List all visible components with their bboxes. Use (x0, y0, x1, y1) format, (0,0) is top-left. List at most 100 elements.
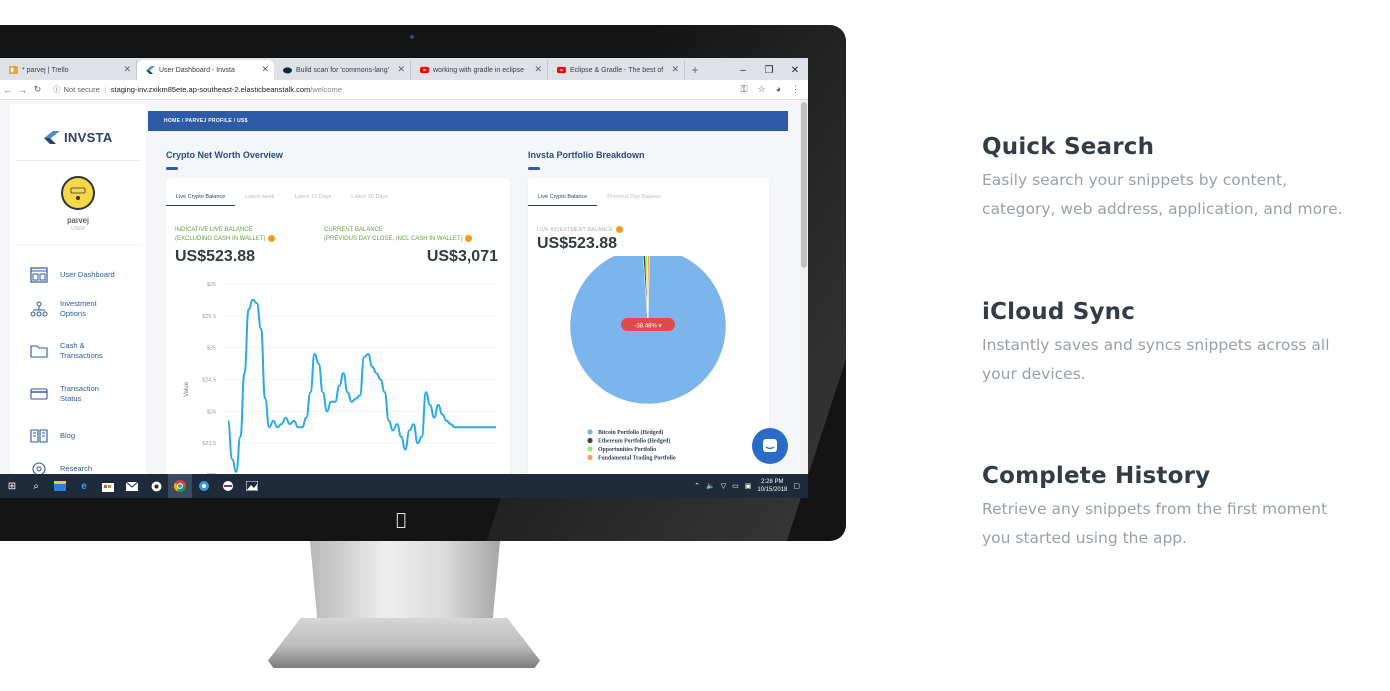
legend-marker (587, 437, 593, 444)
windows-start-icon[interactable]: ⊞ (0, 474, 24, 498)
tab-label: User Dashboard - Invsta (159, 66, 235, 74)
close-window-icon[interactable]: ✕ (782, 60, 808, 80)
tab-previous-day-balance[interactable]: Previous Day Balance (597, 188, 671, 206)
photos-icon[interactable] (240, 474, 264, 498)
avatar[interactable] (61, 176, 95, 210)
user-name: parvej (67, 216, 89, 225)
browser-tab-trello[interactable]: * parvej | Trello ✕ (0, 60, 137, 80)
info-icon[interactable] (465, 235, 473, 242)
sidebar-item-investment-options[interactable]: Investment Options (30, 294, 146, 324)
current-balance-value: US$3,071 (426, 248, 498, 265)
legend-label: Bitcoin Portfolio (Hedged) (598, 429, 663, 436)
current-balance-label-line2: (PREVIOUS DAY CLOSE, INCL CASH IN WALLET… (324, 236, 463, 243)
sidebar-item-transaction-status[interactable]: Transaction Status (30, 379, 146, 409)
bookmark-star-icon[interactable]: ☆ (757, 84, 765, 95)
tab-label: working with gradle in eclipse (433, 66, 525, 74)
store-icon[interactable] (96, 474, 120, 498)
tab-latest-15-days[interactable]: Latest 15 Days (285, 188, 342, 206)
chat-button[interactable] (752, 428, 788, 464)
close-tab-icon[interactable]: ✕ (261, 64, 269, 75)
title-accent-bar (528, 167, 540, 170)
chevron-up-icon[interactable]: ⌃ (694, 482, 700, 490)
browser-tab-youtube-2[interactable]: Eclipse & Gradle - The best of ✕ (548, 60, 685, 80)
network-status-icon[interactable]: ▣ (745, 482, 752, 490)
address-bar[interactable]: staging-inv.zxikm85ete.ap-southeast-2.el… (111, 85, 342, 94)
url-path: /welcome (310, 85, 342, 94)
tab-latest-week[interactable]: Latest week (235, 188, 284, 206)
legend-marker (587, 446, 593, 452)
chat-icon (763, 439, 777, 452)
info-icon[interactable]: ⓘ (53, 84, 61, 95)
profile-icon[interactable]: ◕ (776, 84, 781, 95)
live-balance-label: INDICATIVE LIVE BALANCE (EXCLUDING CASH … (175, 226, 276, 244)
browser-tab-invsta[interactable]: User Dashboard - Invsta ✕ (137, 60, 274, 80)
menu-dots-icon[interactable]: ⋮ (791, 84, 800, 95)
y-tick-label: $25 (207, 346, 216, 352)
net-worth-card: Live Crypto Balance Latest week Latest 1… (166, 178, 510, 474)
scrollbar-thumb[interactable] (801, 102, 807, 268)
close-tab-icon[interactable]: ✕ (671, 64, 679, 75)
page-scrollbar[interactable] (800, 100, 808, 474)
volume-icon[interactable]: 🔈 (706, 482, 715, 490)
feature-description: Easily search your snippets by content, … (982, 171, 1343, 218)
invsta-logo[interactable]: INVSTA (44, 130, 113, 145)
browser-tab-gradle-scan[interactable]: Build scan for 'commons-lang' ✕ (274, 60, 411, 80)
system-tray: ⌃ 🔈 ▽ ▭ ▣ 2:28 PM 10/15/2018 ▢ (694, 478, 808, 494)
browser-tab-youtube-1[interactable]: working with gradle in eclipse ✕ (411, 60, 548, 80)
feature-title: Complete History (982, 463, 1211, 489)
breakdown-tabs: Live Crypto Balance Previous Day Balance (528, 188, 769, 206)
overview-title: Crypto Net Worth Overview (166, 150, 283, 160)
sidebar-item-label: Blog (60, 431, 76, 440)
file-explorer-icon[interactable] (48, 474, 72, 498)
card-icon (30, 388, 48, 400)
web-page: INVSTA parvej USER User Dashboard Invest… (0, 100, 800, 474)
clock[interactable]: 2:28 PM 10/15/2018 (757, 478, 787, 494)
divider (16, 160, 140, 161)
tab-live-crypto-balance[interactable]: Live Crypto Balance (166, 188, 236, 206)
user-role: USER (71, 226, 85, 232)
portfolio-pie-chart: -38.48% ▾ Bitcoin Portfolio (Hedged) Ether… (569, 256, 727, 462)
back-arrow-icon[interactable]: ← (0, 85, 15, 95)
edge-icon[interactable]: e (72, 474, 96, 498)
live-balance-label-line2: (EXCLUDING CASH IN WALLET) (175, 236, 266, 243)
search-icon[interactable]: ⌕ (24, 474, 48, 498)
browser-toolbar: ← → ↻ ⓘ Not secure | staging-inv.zxikm85… (0, 80, 808, 100)
clock-time: 2:28 PM (761, 479, 784, 485)
y-tick-label: $24 (207, 409, 216, 415)
dashboard-icon (30, 267, 48, 283)
info-icon[interactable] (268, 235, 276, 242)
sidebar-item-blog[interactable]: Blog (30, 421, 146, 451)
mail-icon[interactable] (120, 474, 144, 498)
notifications-icon[interactable]: ▢ (793, 482, 800, 490)
chrome-icon[interactable] (168, 474, 192, 498)
wifi-icon[interactable]: ▽ (721, 482, 726, 490)
url-divider: | (104, 85, 107, 94)
folder-icon (30, 345, 48, 358)
app-icon[interactable] (216, 474, 240, 498)
battery-icon[interactable]: ▭ (732, 482, 739, 490)
close-tab-icon[interactable]: ✕ (123, 64, 131, 75)
sidebar-item-label: Investment Options (60, 299, 97, 318)
research-icon (32, 462, 46, 474)
trello-favicon-icon (9, 66, 18, 74)
forward-arrow-icon[interactable]: → (15, 85, 30, 95)
sidebar-item-user-dashboard[interactable]: User Dashboard (30, 260, 146, 290)
maximize-icon[interactable]: ❐ (756, 60, 782, 80)
security-label[interactable]: Not secure (64, 85, 100, 94)
new-tab-button[interactable]: + (685, 60, 705, 80)
key-icon[interactable]: ⚿ (741, 84, 748, 95)
sidebar-item-research[interactable]: Research (30, 454, 146, 474)
url-host: staging-inv.zxikm85ete.ap-southeast-2.el… (110, 85, 311, 94)
minimize-icon[interactable]: – (730, 60, 756, 80)
app-icon[interactable] (144, 474, 168, 498)
info-icon[interactable] (615, 226, 623, 233)
reload-icon[interactable]: ↻ (30, 84, 45, 95)
tab-latest-30-days[interactable]: Latest 30 Days (341, 188, 398, 206)
close-tab-icon[interactable]: ✕ (534, 64, 542, 75)
sidebar-item-cash-transactions[interactable]: Cash & Transactions (30, 336, 146, 366)
close-tab-icon[interactable]: ✕ (397, 64, 405, 75)
y-tick-label: $24.5 (202, 378, 216, 384)
sidebar: INVSTA parvej USER User Dashboard Invest… (10, 104, 146, 474)
tab-live-crypto-balance[interactable]: Live Crypto Balance (528, 188, 598, 206)
app-icon[interactable] (192, 474, 216, 498)
